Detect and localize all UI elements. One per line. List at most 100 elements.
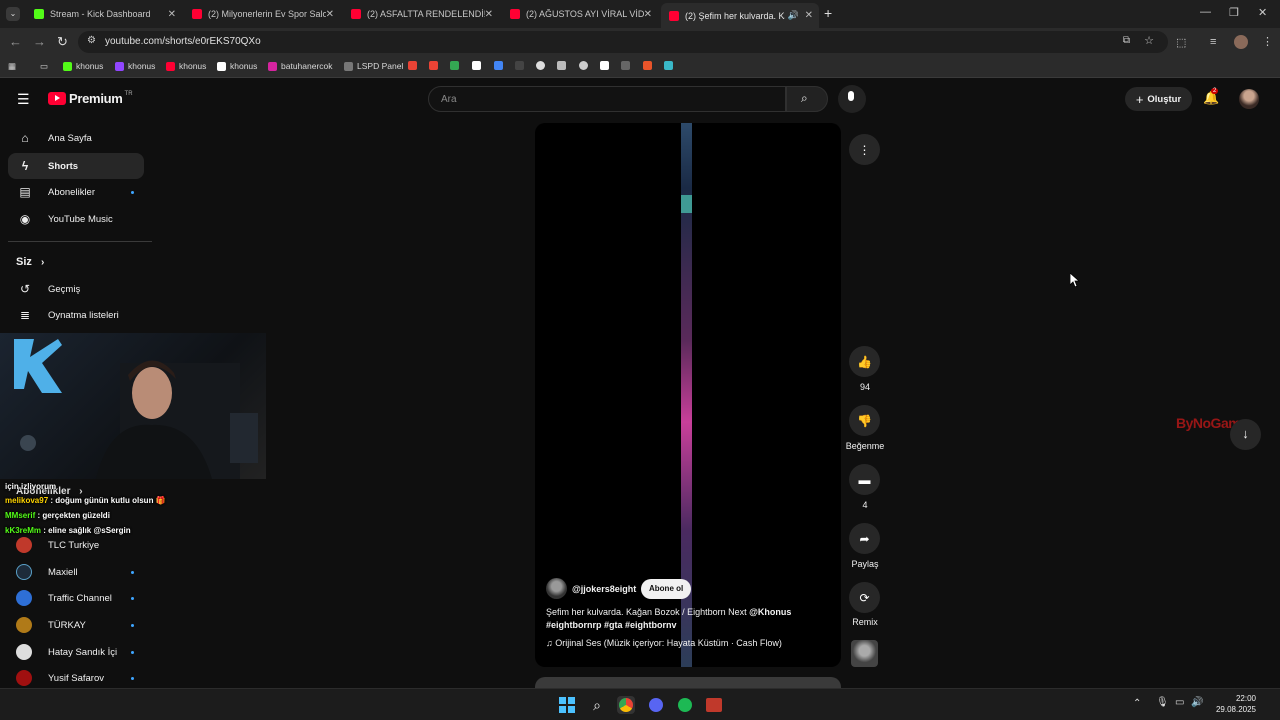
bookmark-icon[interactable] <box>579 61 588 70</box>
microphone-icon[interactable]: 🎙 <box>1156 697 1169 708</box>
dislike-button[interactable]: 👎 <box>849 405 880 436</box>
subscription-traffic-channel[interactable]: Traffic Channel <box>8 586 144 610</box>
network-icon[interactable]: ▭ <box>1175 697 1184 708</box>
audio-icon[interactable]: 🔊 <box>788 10 799 21</box>
chat-text: : gerçekten güzeldi <box>35 511 110 520</box>
tab-youtube-active[interactable]: (2) Şefim her kulvarda. Kağa 🔊 ✕ <box>661 3 819 28</box>
profile-avatar[interactable] <box>1234 35 1248 49</box>
windows-start-icon[interactable] <box>558 696 576 714</box>
close-icon[interactable]: ✕ <box>644 9 652 20</box>
sidebar-item-home[interactable]: ⌂ Ana Sayfa <box>8 125 144 151</box>
omnibox[interactable]: ⚙ youtube.com/shorts/e0rEKS70QXo ⧉ ☆ <box>78 31 1168 53</box>
tab-youtube-1[interactable]: (2) Milyonerlerin Ev Spor Salonl ✕ <box>184 3 340 25</box>
search-input[interactable]: Ara <box>428 86 786 112</box>
sidebar-item-label: YouTube Music <box>48 213 113 225</box>
hamburger-menu-icon[interactable]: ☰ <box>17 91 30 108</box>
voice-search-button[interactable] <box>838 85 866 113</box>
more-options-button[interactable]: ⋮ <box>849 134 880 165</box>
gmail-icon[interactable] <box>408 61 417 70</box>
gmail-icon[interactable] <box>450 61 459 70</box>
youtube-premium-logo[interactable]: Premium TR <box>48 91 133 106</box>
site-info-icon[interactable]: ⚙ <box>87 35 96 46</box>
comments-button[interactable]: ▬ <box>849 464 880 495</box>
create-button[interactable]: + Oluştur <box>1125 87 1192 111</box>
sidebar-item-subscriptions[interactable]: ▤ Abonelikler <box>8 179 144 205</box>
subscribe-button[interactable]: Abone ol <box>641 579 692 599</box>
bookmark-icon[interactable] <box>600 61 609 70</box>
bookmark-khonus-x[interactable]: khonus <box>217 61 257 71</box>
apps-icon[interactable]: ▦ <box>8 61 16 72</box>
close-window-icon[interactable]: ✕ <box>1258 6 1267 19</box>
close-icon[interactable]: ✕ <box>326 9 334 20</box>
like-button[interactable]: 👍 <box>849 346 880 377</box>
next-short-button[interactable]: ↓ <box>1230 419 1261 450</box>
show-hidden-icons[interactable]: ⌃ <box>1133 698 1141 709</box>
notifications-button[interactable]: 🔔 2 <box>1203 88 1219 106</box>
bookmark-icon[interactable] <box>515 61 524 70</box>
gmail-icon[interactable] <box>429 61 438 70</box>
bookmark-khonus-kick[interactable]: khonus <box>63 61 103 71</box>
tab-youtube-2[interactable]: (2) ASFALTTA RENDELENDİ! Tür ✕ <box>343 3 499 25</box>
bookmark-batuhanercok[interactable]: batuhanercok <box>268 61 333 71</box>
you-section-header[interactable]: Siz › <box>16 256 44 268</box>
bookmark-icon[interactable] <box>472 61 481 70</box>
folder-icon[interactable]: ▭ <box>40 61 48 72</box>
share-button[interactable]: ➦ <box>849 523 880 554</box>
bookmark-khonus-twitch[interactable]: khonus <box>115 61 155 71</box>
globe-icon[interactable] <box>536 61 545 70</box>
caption-hashtags[interactable]: #eightbornrp #gta #eightbornv <box>546 620 677 630</box>
tab-kick-dashboard[interactable]: Stream - Kick Dashboard ✕ <box>26 3 182 25</box>
install-icon[interactable]: ⧉ <box>1123 35 1130 46</box>
bookmark-khonus-youtube[interactable]: khonus <box>166 61 206 71</box>
sidebar-item-playlists[interactable]: ≣ Oynatma listeleri <box>8 302 144 328</box>
subscription-yusif-safarov[interactable]: Yusif Safarov <box>8 666 144 690</box>
close-icon[interactable]: ✕ <box>805 10 813 21</box>
bookmark-icon[interactable] <box>664 61 673 70</box>
media-control-icon[interactable]: ≡ <box>1210 36 1216 48</box>
tab-youtube-3[interactable]: (2) AĞUSTOS AYI VİRAL VİDEOL ✕ <box>502 3 658 25</box>
chrome-icon[interactable] <box>617 696 635 714</box>
sidebar-item-history[interactable]: ↺ Geçmiş <box>8 276 144 302</box>
channel-handle[interactable]: @jjokers8eight <box>572 584 636 594</box>
short-video-player[interactable]: @jjokers8eight Abone ol Şefim her kulvar… <box>535 123 841 667</box>
minimize-icon[interactable]: — <box>1200 6 1211 18</box>
sidebar-item-youtube-music[interactable]: ◉ YouTube Music <box>8 206 144 232</box>
search-icon[interactable]: ⌕ <box>588 696 606 714</box>
subscription-tlc-turkiye[interactable]: TLC Turkiye <box>8 533 144 557</box>
discord-icon[interactable] <box>647 696 665 714</box>
bookmark-icon[interactable] <box>643 61 652 70</box>
music-title: Orijinal Ses (Müzik içeriyor: Hayata Küs… <box>555 638 782 648</box>
back-icon[interactable]: ← <box>9 34 22 49</box>
close-icon[interactable]: ✕ <box>168 9 176 20</box>
bookmark-star-icon[interactable]: ☆ <box>1144 34 1154 47</box>
spotify-icon[interactable] <box>676 696 694 714</box>
extensions-icon[interactable]: ⬚ <box>1176 36 1186 49</box>
tab-search-button[interactable]: ⌄ <box>6 7 20 21</box>
bookmark-icon[interactable] <box>494 61 503 70</box>
app-icon[interactable] <box>705 696 723 714</box>
new-tab-button[interactable]: + <box>824 5 832 21</box>
music-note-icon: ♫ <box>546 638 553 648</box>
sound-thumbnail[interactable] <box>851 640 878 667</box>
clock[interactable]: 22:00 29.08.2025 <box>1206 693 1256 715</box>
subscription-hatay-sandik-ici[interactable]: Hatay Sandık İçi <box>8 640 144 664</box>
sidebar-item-shorts[interactable]: ϟ Shorts <box>8 153 144 179</box>
account-avatar[interactable] <box>1239 89 1259 109</box>
url-text[interactable]: youtube.com/shorts/e0rEKS70QXo <box>105 36 261 47</box>
menu-icon[interactable]: ⋮ <box>1262 35 1273 48</box>
subscription-maxiell[interactable]: Maxiell <box>8 560 144 584</box>
forward-icon[interactable]: → <box>33 34 46 49</box>
bookmark-icon[interactable] <box>621 61 630 70</box>
restore-icon[interactable]: ❐ <box>1229 6 1239 19</box>
calculator-icon[interactable] <box>557 61 566 70</box>
music-info[interactable]: ♫ Orijinal Ses (Müzik içeriyor: Hayata K… <box>546 638 782 648</box>
channel-avatar[interactable] <box>546 578 567 599</box>
search-button[interactable]: ⌕ <box>786 86 828 112</box>
close-icon[interactable]: ✕ <box>485 9 493 20</box>
subscription-turkay[interactable]: TÜRKAY <box>8 613 144 637</box>
volume-icon[interactable]: 🔊 <box>1191 697 1203 708</box>
reload-icon[interactable]: ↻ <box>57 34 68 50</box>
caption-mention[interactable]: @Khonus <box>749 607 791 617</box>
bookmark-lspd-panel[interactable]: LSPD Panel <box>344 61 403 71</box>
remix-button[interactable]: ⟳ <box>849 582 880 613</box>
